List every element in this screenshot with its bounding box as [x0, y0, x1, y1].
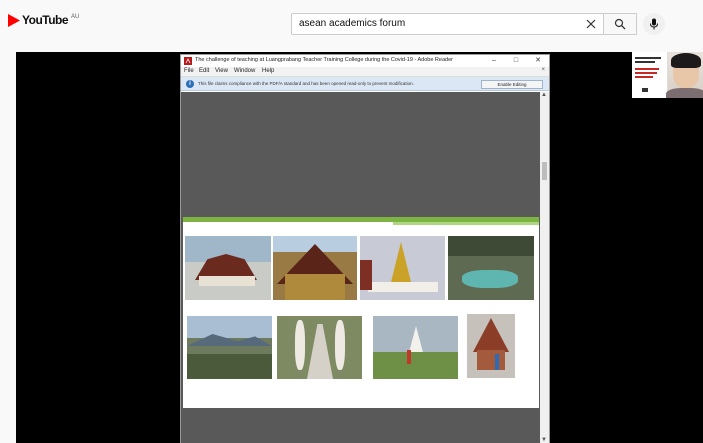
- vertical-scrollbar[interactable]: ▲ ▼: [540, 92, 549, 443]
- search-box: [291, 13, 604, 35]
- speaker-video: [666, 52, 703, 98]
- maximize-button[interactable]: □: [509, 56, 523, 66]
- adobe-reader-window: The challenge of teaching at Luangpraban…: [180, 54, 550, 443]
- region-label: AU: [71, 14, 80, 20]
- enable-editing-button[interactable]: Enable Editing: [481, 80, 543, 89]
- white-stupa-photo: [373, 316, 458, 379]
- youtube-play-icon: [8, 14, 20, 27]
- voice-search-button[interactable]: [643, 13, 665, 35]
- pdf-page: [183, 217, 539, 408]
- logo-text: YouTube: [22, 13, 69, 27]
- mic-icon: [650, 18, 658, 30]
- search-button[interactable]: [604, 13, 637, 35]
- menu-window[interactable]: Window: [234, 68, 255, 74]
- document-area[interactable]: [181, 92, 540, 443]
- search-icon: [614, 18, 626, 30]
- notice-text: This file claims compliance with the PDF…: [198, 81, 414, 86]
- scroll-thumb[interactable]: [542, 162, 547, 180]
- close-doc-icon[interactable]: ×: [541, 67, 545, 73]
- webcam-slide: [632, 52, 668, 98]
- menu-help[interactable]: Help: [262, 68, 274, 74]
- scroll-up-icon[interactable]: ▲: [541, 92, 547, 98]
- scroll-down-icon[interactable]: ▼: [541, 437, 547, 443]
- temple-photo-1: [185, 236, 271, 300]
- info-icon: i: [186, 80, 194, 88]
- pagoda-photo: [467, 314, 515, 378]
- reader-menubar: File Edit View Window Help ×: [181, 67, 549, 77]
- pdf-icon: [184, 57, 192, 65]
- valley-photo: [187, 316, 272, 379]
- menu-view[interactable]: View: [215, 68, 228, 74]
- minimize-button[interactable]: –: [487, 56, 501, 66]
- menu-file[interactable]: File: [184, 68, 194, 74]
- search-input[interactable]: [299, 18, 569, 29]
- reader-title: The challenge of teaching at Luangpraban…: [195, 57, 453, 63]
- masthead: YouTube AU: [0, 0, 703, 48]
- youtube-logo[interactable]: YouTube AU: [8, 14, 79, 27]
- menu-edit[interactable]: Edit: [199, 68, 209, 74]
- close-icon[interactable]: [585, 18, 597, 30]
- staircase-photo: [277, 316, 362, 379]
- notice-bar: i This file claims compliance with the P…: [181, 77, 549, 91]
- close-window-button[interactable]: ✕: [531, 56, 545, 66]
- waterfall-photo: [448, 236, 534, 300]
- stupa-photo: [360, 236, 445, 300]
- speaker-webcam: [632, 52, 703, 98]
- temple-photo-2: [273, 236, 357, 300]
- reader-titlebar: The challenge of teaching at Luangpraban…: [181, 55, 549, 67]
